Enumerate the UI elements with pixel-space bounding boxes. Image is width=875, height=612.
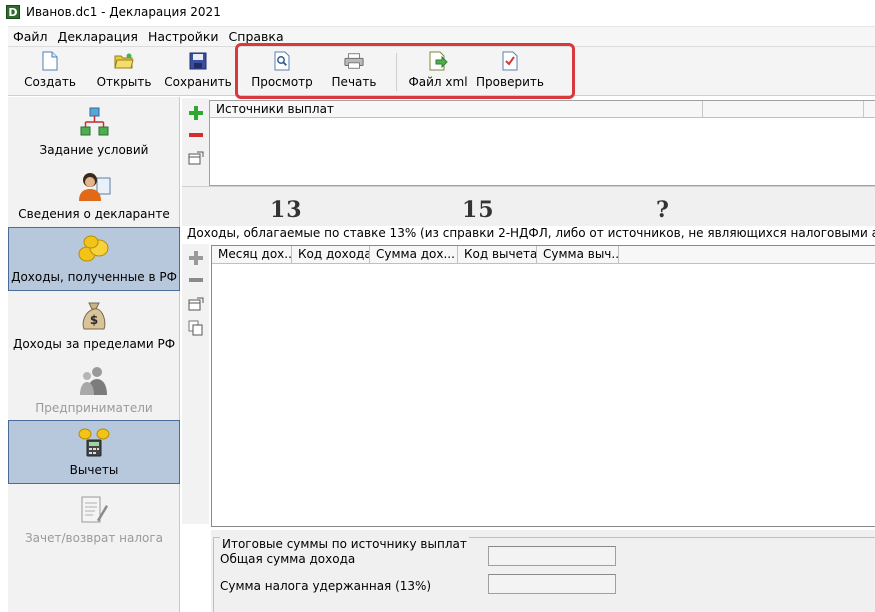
tax-withheld-field[interactable] <box>488 574 616 594</box>
rate-label-13: 13 <box>270 197 303 223</box>
annotation-highlight-box <box>235 43 575 99</box>
nav-tax-refund[interactable]: Зачет/возврат налога <box>8 487 180 551</box>
add-source-plus-icon[interactable] <box>188 105 204 121</box>
totals-group: Итоговые суммы по источнику выплат Общая… <box>211 530 875 612</box>
nav-income-rf[interactable]: Доходы, полученные в РФ <box>8 227 180 291</box>
add-income-plus-icon[interactable] <box>188 250 204 266</box>
nav-income-rf-label: Доходы, полученные в РФ <box>11 270 177 284</box>
nav-entrepreneurs-label: Предприниматели <box>35 401 153 415</box>
rate-label-15: 15 <box>462 197 495 223</box>
income-table[interactable]: Месяц дох... Код дохода Сумма дох... Код… <box>211 245 875 527</box>
income-column-month[interactable]: Месяц дох... <box>212 246 292 263</box>
copy-income-icon[interactable] <box>188 320 204 336</box>
edit-income-icon[interactable] <box>188 296 204 312</box>
nav-tax-refund-label: Зачет/возврат налога <box>24 531 164 545</box>
nav-declarant[interactable]: Сведения о декларанте <box>8 163 180 227</box>
sources-column-extra <box>703 101 864 117</box>
nav-deductions-label: Вычеты <box>69 463 119 477</box>
nav-income-abroad-label: Доходы за пределами РФ <box>12 337 176 351</box>
sources-toolbar <box>182 98 209 186</box>
window-title: Иванов.dc1 - Декларация 2021 <box>26 5 221 19</box>
income-toolbar <box>182 244 209 524</box>
title-bar: D Иванов.dc1 - Декларация 2021 <box>0 0 875 24</box>
coins-icon <box>77 232 111 266</box>
total-income-field[interactable] <box>488 546 616 566</box>
income-column-income-code[interactable]: Код дохода <box>292 246 370 263</box>
nav-income-abroad[interactable]: $ Доходы за пределами РФ <box>8 293 180 357</box>
save-label: Сохранить <box>164 75 232 89</box>
sources-column-header[interactable]: Источники выплат <box>210 101 703 117</box>
income-table-header: Месяц дох... Код дохода Сумма дох... Код… <box>212 246 875 264</box>
menu-declaration[interactable]: Декларация <box>53 29 143 44</box>
open-label: Открыть <box>96 75 152 89</box>
new-document-icon <box>40 51 60 71</box>
nav-declarant-label: Сведения о декларанте <box>18 207 170 221</box>
nav-deductions[interactable]: Вычеты <box>8 420 180 484</box>
nav-entrepreneurs[interactable]: Предприниматели <box>8 357 180 421</box>
remove-source-minus-icon[interactable] <box>188 127 204 143</box>
left-navigation: Задание условий Сведения о декларанте До… <box>8 97 180 612</box>
save-button[interactable]: Сохранить <box>164 51 232 95</box>
income-column-deduction-sum[interactable]: Сумма выч... <box>537 246 619 263</box>
floppy-disk-icon <box>188 51 208 71</box>
svg-text:$: $ <box>90 313 98 327</box>
totals-legend: Итоговые суммы по источнику выплат <box>220 537 469 551</box>
app-icon: D <box>6 5 20 19</box>
menu-settings[interactable]: Настройки <box>143 29 224 44</box>
money-bag-icon: $ <box>77 299 111 333</box>
sources-table[interactable]: Источники выплат <box>209 100 875 186</box>
income-column-deduction-code[interactable]: Код вычета <box>458 246 537 263</box>
sources-table-header: Источники выплат <box>210 101 875 118</box>
create-button[interactable]: Создать <box>16 51 84 95</box>
totals-frame: Итоговые суммы по источнику выплат Общая… <box>213 537 875 612</box>
income-column-income-sum[interactable]: Сумма дох... <box>370 246 458 263</box>
income-section-caption: Доходы, облагаемые по ставке 13% (из спр… <box>187 226 875 240</box>
rate-label-unknown: ? <box>656 197 670 223</box>
nav-conditions-label: Задание условий <box>39 143 149 157</box>
total-income-label: Общая сумма дохода <box>220 552 356 566</box>
calculator-coins-icon <box>77 425 111 459</box>
businessman-icon <box>77 363 111 397</box>
edit-source-icon[interactable] <box>188 150 204 166</box>
person-card-icon <box>77 169 111 203</box>
create-label: Создать <box>24 75 76 89</box>
menu-file[interactable]: Файл <box>8 29 53 44</box>
hierarchy-icon <box>77 105 111 139</box>
nav-conditions[interactable]: Задание условий <box>8 99 180 163</box>
document-pen-icon <box>77 493 111 527</box>
rate-splitter-bar: 13 15 ? <box>182 186 875 226</box>
remove-income-minus-icon[interactable] <box>188 272 204 288</box>
tax-withheld-label: Сумма налога удержанная (13%) <box>220 579 432 593</box>
menu-help[interactable]: Справка <box>224 29 289 44</box>
open-folder-icon <box>114 51 134 71</box>
open-button[interactable]: Открыть <box>90 51 158 95</box>
